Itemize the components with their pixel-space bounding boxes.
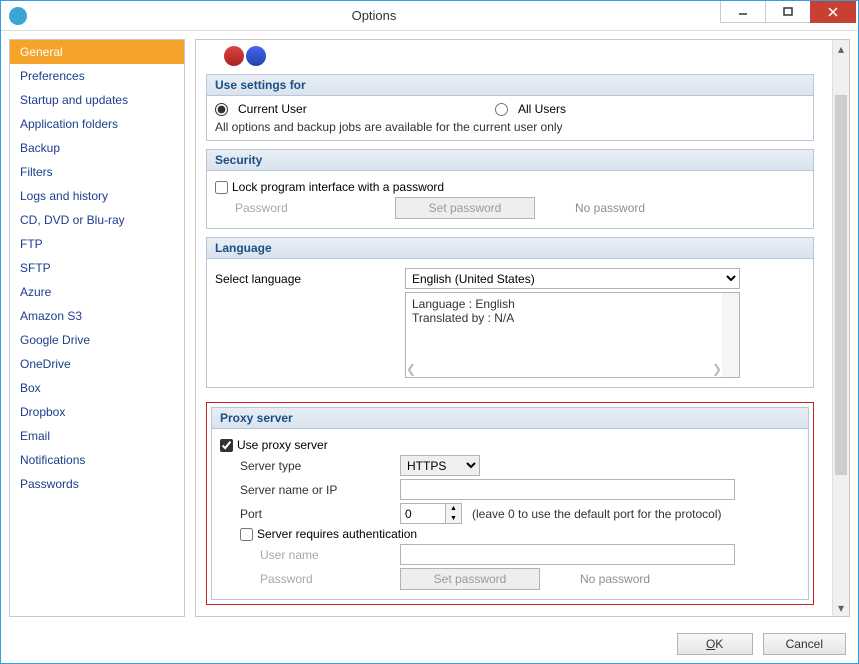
sidebar-item-sftp[interactable]: SFTP: [10, 256, 184, 280]
scroll-up-icon[interactable]: ▴: [833, 40, 849, 57]
section-header-language: Language: [207, 238, 813, 259]
maximize-button[interactable]: [765, 1, 811, 23]
content-area: Use settings for Current User All Users: [196, 40, 832, 616]
header-icon-blue: [246, 46, 266, 66]
lock-interface-label: Lock program interface with a password: [232, 180, 444, 194]
sidebar-item-application-folders[interactable]: Application folders: [10, 112, 184, 136]
security-set-password-button[interactable]: Set password: [395, 197, 535, 219]
lock-interface-checkbox[interactable]: [215, 181, 228, 194]
section-header-proxy: Proxy server: [212, 408, 808, 429]
server-type-select[interactable]: HTTPS: [400, 455, 480, 476]
titlebar: Options: [1, 1, 858, 31]
language-info-line1: Language : English: [412, 297, 733, 311]
sidebar-item-startup-and-updates[interactable]: Startup and updates: [10, 88, 184, 112]
sidebar-item-onedrive[interactable]: OneDrive: [10, 352, 184, 376]
app-icon: [9, 7, 27, 25]
security-no-password-text: No password: [575, 201, 645, 215]
sidebar-item-notifications[interactable]: Notifications: [10, 448, 184, 472]
proxy-user-input[interactable]: [400, 544, 735, 565]
proxy-password-label: Password: [260, 572, 400, 586]
language-select[interactable]: English (United States): [405, 268, 740, 289]
section-language: Language Select language English (United…: [206, 237, 814, 388]
ok-button[interactable]: OK: [677, 633, 753, 655]
lang-vscroll[interactable]: [722, 293, 739, 377]
scroll-thumb[interactable]: [835, 95, 847, 475]
all-users-radio[interactable]: [495, 103, 508, 116]
main-scrollbar[interactable]: ▴ ▾: [832, 40, 849, 616]
footer: OK Cancel: [1, 625, 858, 663]
current-user-label: Current User: [238, 102, 307, 116]
port-hint: (leave 0 to use the default port for the…: [472, 507, 721, 521]
section-use-settings: Use settings for Current User All Users: [206, 74, 814, 141]
port-spinner[interactable]: ▲▼: [400, 503, 462, 524]
main-panel: Use settings for Current User All Users: [195, 39, 850, 617]
header-icon-red: [224, 46, 244, 66]
section-security: Security Lock program interface with a p…: [206, 149, 814, 229]
server-name-input[interactable]: [400, 479, 735, 500]
sidebar[interactable]: GeneralPreferencesStartup and updatesApp…: [9, 39, 185, 617]
language-info-line2: Translated by : N/A: [412, 311, 733, 325]
sidebar-item-dropbox[interactable]: Dropbox: [10, 400, 184, 424]
auth-label: Server requires authentication: [257, 527, 417, 541]
window-title: Options: [27, 8, 721, 23]
sidebar-item-azure[interactable]: Azure: [10, 280, 184, 304]
options-window: Options GeneralPreferencesStartup and up…: [0, 0, 859, 664]
sidebar-item-google-drive[interactable]: Google Drive: [10, 328, 184, 352]
proxy-set-password-button[interactable]: Set password: [400, 568, 540, 590]
close-button[interactable]: [810, 1, 856, 23]
scroll-down-icon[interactable]: ▾: [833, 599, 849, 616]
port-up-icon[interactable]: ▲: [446, 504, 461, 514]
proxy-user-label: User name: [260, 548, 400, 562]
sidebar-item-logs-and-history[interactable]: Logs and history: [10, 184, 184, 208]
sidebar-item-filters[interactable]: Filters: [10, 160, 184, 184]
current-user-radio[interactable]: [215, 103, 228, 116]
section-proxy: Proxy server Use proxy server Server typ…: [206, 402, 814, 605]
language-info-box: Language : English Translated by : N/A ❮…: [405, 292, 740, 378]
use-settings-note: All options and backup jobs are availabl…: [215, 120, 805, 134]
window-buttons: [721, 1, 856, 23]
body: GeneralPreferencesStartup and updatesApp…: [1, 31, 858, 625]
minimize-button[interactable]: [720, 1, 766, 23]
section-header-security: Security: [207, 150, 813, 171]
port-label: Port: [240, 507, 400, 521]
sidebar-item-cd-dvd-or-blu-ray[interactable]: CD, DVD or Blu-ray: [10, 208, 184, 232]
select-language-label: Select language: [215, 272, 405, 286]
server-name-label: Server name or IP: [240, 483, 400, 497]
sidebar-item-email[interactable]: Email: [10, 424, 184, 448]
server-type-label: Server type: [240, 459, 400, 473]
security-password-label: Password: [235, 201, 395, 215]
use-proxy-label: Use proxy server: [237, 438, 328, 452]
all-users-label: All Users: [518, 102, 566, 116]
scroll-track[interactable]: [833, 57, 849, 599]
lang-hscroll[interactable]: ❮❯: [406, 362, 722, 377]
sidebar-item-box[interactable]: Box: [10, 376, 184, 400]
use-proxy-checkbox[interactable]: [220, 439, 233, 452]
sidebar-item-general[interactable]: General: [10, 40, 184, 64]
sidebar-item-backup[interactable]: Backup: [10, 136, 184, 160]
header-icons: [224, 46, 814, 66]
section-header-use-settings: Use settings for: [207, 75, 813, 96]
sidebar-item-ftp[interactable]: FTP: [10, 232, 184, 256]
sidebar-item-passwords[interactable]: Passwords: [10, 472, 184, 496]
auth-checkbox[interactable]: [240, 528, 253, 541]
cancel-button[interactable]: Cancel: [763, 633, 846, 655]
port-input[interactable]: [401, 504, 445, 523]
port-down-icon[interactable]: ▼: [446, 514, 461, 524]
sidebar-item-amazon-s3[interactable]: Amazon S3: [10, 304, 184, 328]
sidebar-item-preferences[interactable]: Preferences: [10, 64, 184, 88]
proxy-no-password-text: No password: [580, 572, 650, 586]
